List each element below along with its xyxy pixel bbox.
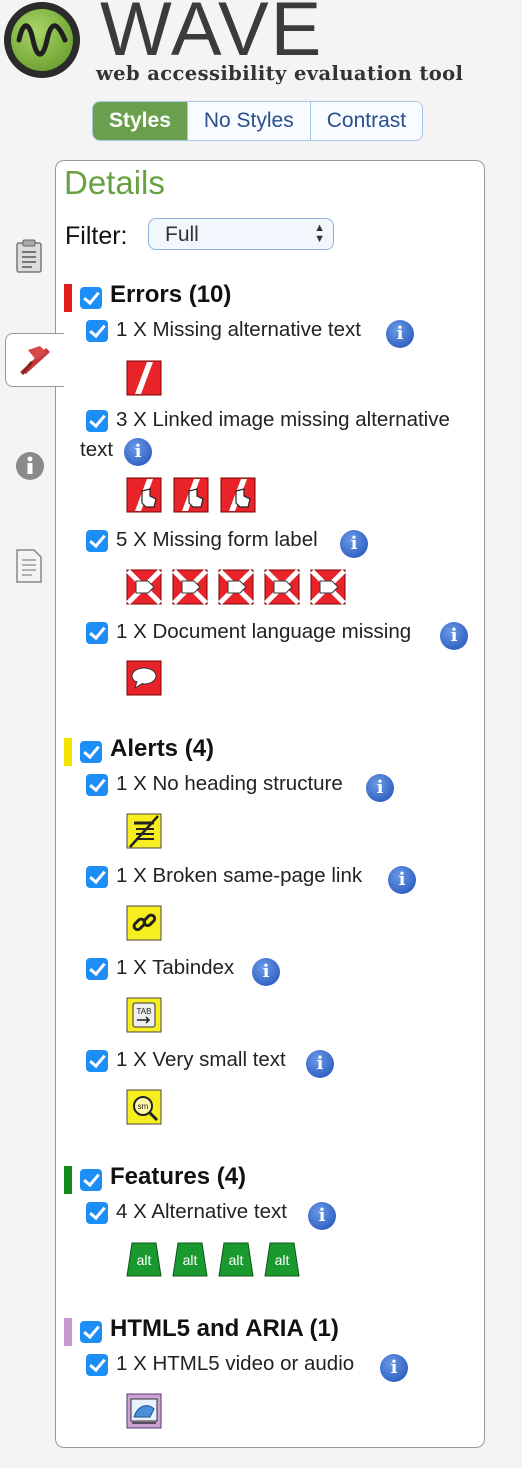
category-color-bar [64,284,72,312]
missing-alt-icon[interactable] [126,360,162,396]
styles-button[interactable]: Styles [93,102,187,140]
view-toggle: Styles No Styles Contrast [92,101,424,141]
alt-text-icon[interactable]: alt [264,1241,300,1277]
clipboard-icon [16,239,42,273]
tab-summary[interactable] [14,238,44,279]
item-label: 1 X Document language missing [116,620,412,643]
missing-form-label-icon[interactable] [264,569,300,605]
tab-glyph: TAB [137,1007,152,1016]
missing-form-label-icon[interactable] [218,569,254,605]
app-tagline: web accessibility evaluation tool [96,62,464,85]
app-brand: WAVE [100,0,324,72]
panel-title: Details [64,164,165,201]
category-label: Features (4) [110,1163,247,1190]
info-icon[interactable]: i [124,438,152,466]
tab-reference[interactable] [14,450,46,487]
item-label: 1 X Missing alternative text [116,318,361,341]
category-color-bar [64,738,72,766]
item-label-continued: text [80,438,114,461]
linked-image-missing-alt-icon[interactable] [126,477,162,513]
small-text-icon[interactable]: sm [126,1089,162,1125]
filter-select[interactable]: Full ▲ ▼ [148,218,334,250]
language-missing-icon[interactable] [126,660,162,696]
item-label: 1 X Very small text [116,1048,286,1071]
category-label: Errors (10) [110,281,232,308]
item-checkbox[interactable] [86,866,108,888]
contrast-button[interactable]: Contrast [309,102,423,140]
info-icon[interactable]: i [252,958,280,986]
filter-value: Full [165,223,199,246]
alt-glyph: alt [183,1252,198,1268]
html5-aria-checkbox[interactable] [80,1321,102,1343]
alt-text-icon[interactable]: alt [126,1241,162,1277]
alt-glyph: alt [275,1252,290,1268]
item-label: 1 X No heading structure [116,772,343,795]
category-color-bar [64,1318,72,1346]
item-checkbox[interactable] [86,774,108,796]
item-checkbox[interactable] [86,1202,108,1224]
item-label: 4 X Alternative text [116,1200,287,1223]
html5-media-icon[interactable] [126,1393,162,1429]
tab-details[interactable] [5,333,64,387]
item-label: 5 X Missing form label [116,528,318,551]
alt-glyph: alt [137,1252,152,1268]
item-checkbox[interactable] [86,410,108,432]
item-checkbox[interactable] [86,1354,108,1376]
category-label: HTML5 and ARIA (1) [110,1315,339,1342]
features-checkbox[interactable] [80,1169,102,1191]
info-icon[interactable]: i [440,622,468,650]
category-label: Alerts (4) [110,735,215,762]
info-icon[interactable]: i [308,1202,336,1230]
info-icon[interactable]: i [306,1050,334,1078]
tab-structure[interactable] [14,548,44,589]
item-label: 3 X Linked image missing alternative [116,408,450,431]
item-checkbox[interactable] [86,530,108,552]
missing-form-label-icon[interactable] [310,569,346,605]
item-checkbox[interactable] [86,958,108,980]
wave-logo [4,2,80,78]
linked-image-missing-alt-icon[interactable] [173,477,209,513]
missing-form-label-icon[interactable] [126,569,162,605]
document-icon [16,549,42,583]
item-checkbox[interactable] [86,1050,108,1072]
alerts-checkbox[interactable] [80,741,102,763]
no-heading-icon[interactable] [126,813,162,849]
alt-glyph: alt [229,1252,244,1268]
alt-text-icon[interactable]: alt [172,1241,208,1277]
tabindex-icon[interactable]: TAB [126,997,162,1033]
errors-checkbox[interactable] [80,287,102,309]
item-label: 1 X Tabindex [116,956,235,979]
category-color-bar [64,1166,72,1194]
item-label: 1 X Broken same-page link [116,864,363,887]
item-checkbox[interactable] [86,622,108,644]
missing-form-label-icon[interactable] [172,569,208,605]
item-label: 1 X HTML5 video or audio [116,1352,355,1375]
info-icon[interactable]: i [386,320,414,348]
linked-image-missing-alt-icon[interactable] [220,477,256,513]
select-arrows-icon: ▲ ▼ [314,222,325,245]
broken-link-icon[interactable] [126,905,162,941]
small-glyph: sm [138,1102,149,1111]
info-icon[interactable]: i [388,866,416,894]
filter-label: Filter: [65,222,128,250]
info-icon[interactable]: i [340,530,368,558]
flag-icon [20,346,50,375]
info-icon [16,452,44,480]
info-icon[interactable]: i [380,1354,408,1382]
info-icon[interactable]: i [366,774,394,802]
alt-text-icon[interactable]: alt [218,1241,254,1277]
item-checkbox[interactable] [86,320,108,342]
no-styles-button[interactable]: No Styles [186,102,310,140]
